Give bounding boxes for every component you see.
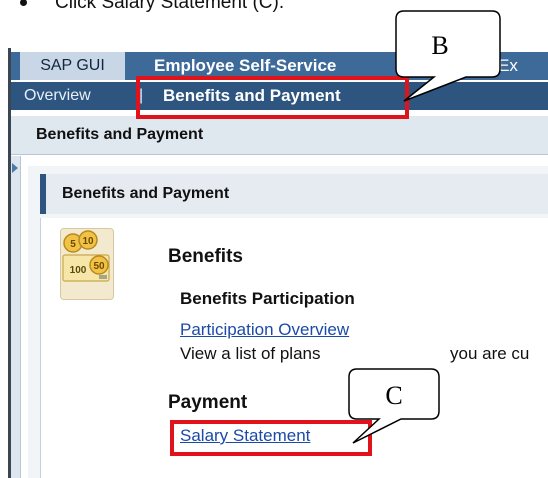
tab-employee-self-service-label: Employee Self-Service: [154, 56, 337, 75]
navigation-panel-toggle[interactable]: [11, 156, 21, 478]
callout-c: C: [348, 368, 440, 444]
panel-title: Benefits and Payment: [62, 185, 230, 202]
coin-50-label: 50: [93, 261, 105, 272]
highlight-box-c: [170, 420, 372, 456]
note-100-label: 100: [70, 265, 87, 276]
page-title: Benefits and Payment: [36, 126, 204, 143]
callout-b: B: [395, 10, 501, 102]
participation-overview-link[interactable]: Participation Overview: [180, 320, 349, 340]
instruction-text: Click Salary Statement (C).: [20, 0, 284, 14]
participation-description-right: you are cu: [450, 344, 530, 363]
tab-sap-gui[interactable]: SAP GUI: [20, 52, 125, 80]
highlight-box-b: [136, 76, 409, 119]
money-icon: 5 10 100 50: [60, 228, 114, 300]
benefits-participation-heading: Benefits Participation: [180, 289, 355, 308]
coin-10-label: 10: [82, 236, 94, 247]
callout-b-label: B: [431, 31, 448, 60]
benefits-section-title: Benefits: [168, 246, 243, 267]
payment-section-title: Payment: [168, 392, 248, 413]
coin-5-label: 5: [70, 239, 76, 250]
nav-overview-link[interactable]: Overview: [24, 82, 91, 110]
instruction-label: Click Salary Statement (C).: [55, 0, 285, 13]
bullet-icon: [20, 0, 27, 7]
callout-c-label: C: [385, 381, 402, 410]
expand-arrow-icon[interactable]: [12, 163, 18, 173]
participation-description-left: View a list of plans: [180, 344, 321, 363]
